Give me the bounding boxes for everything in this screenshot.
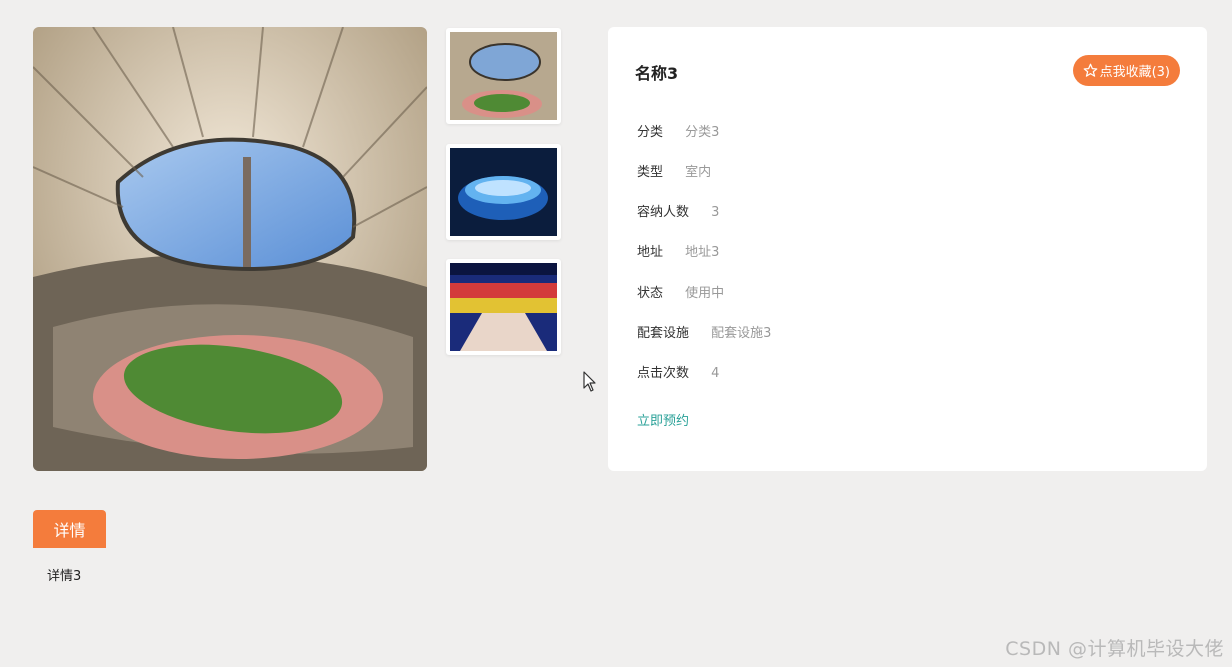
status-label: 状态 (637, 286, 664, 301)
thumbnail-arena-night-image (450, 148, 557, 236)
star-icon (1083, 63, 1097, 77)
clicks-label: 点击次数 (637, 366, 690, 381)
info-row-address: 地址 地址3 (637, 241, 719, 260)
info-row-type: 类型 室内 (637, 161, 711, 180)
address-value: 地址3 (685, 245, 720, 260)
thumbnail-stadium[interactable] (446, 28, 561, 124)
thumbnail-indoor-court-image (450, 263, 557, 351)
facilities-label: 配套设施 (637, 326, 690, 341)
favorite-button[interactable]: 点我收藏(3) (1072, 55, 1180, 86)
book-now-link[interactable]: 立即预约 (637, 410, 689, 429)
capacity-value: 3 (711, 205, 720, 220)
tab-details[interactable]: 详情 (33, 510, 106, 548)
details-content: 详情3 (47, 569, 82, 584)
facilities-value: 配套设施3 (711, 326, 772, 341)
capacity-label: 容纳人数 (637, 205, 690, 220)
info-row-status: 状态 使用中 (637, 282, 724, 301)
address-label: 地址 (637, 245, 664, 260)
category-label: 分类 (637, 125, 664, 140)
clicks-value: 4 (711, 366, 720, 381)
mouse-cursor-icon (583, 371, 596, 392)
thumbnail-indoor-court[interactable] (446, 259, 561, 355)
main-image (33, 27, 427, 471)
thumbnail-arena-night[interactable] (446, 144, 561, 240)
venue-info-card: 名称3 点我收藏(3) 分类 分类3 类型 室内 容纳人数 3 地址 地址3 状… (608, 27, 1207, 471)
category-value: 分类3 (685, 125, 720, 140)
info-row-capacity: 容纳人数 3 (637, 201, 719, 220)
status-value: 使用中 (685, 286, 725, 301)
favorite-label: 点我收藏(3) (1099, 65, 1170, 80)
type-label: 类型 (637, 165, 664, 180)
type-value: 室内 (685, 165, 712, 180)
info-row-clicks: 点击次数 4 (637, 362, 719, 381)
watermark: CSDN @计算机毕设大佬 (1005, 638, 1224, 660)
info-row-category: 分类 分类3 (637, 121, 719, 140)
info-row-facilities: 配套设施 配套设施3 (637, 322, 771, 341)
thumbnail-stadium-image (450, 32, 557, 120)
venue-title: 名称3 (635, 64, 679, 83)
